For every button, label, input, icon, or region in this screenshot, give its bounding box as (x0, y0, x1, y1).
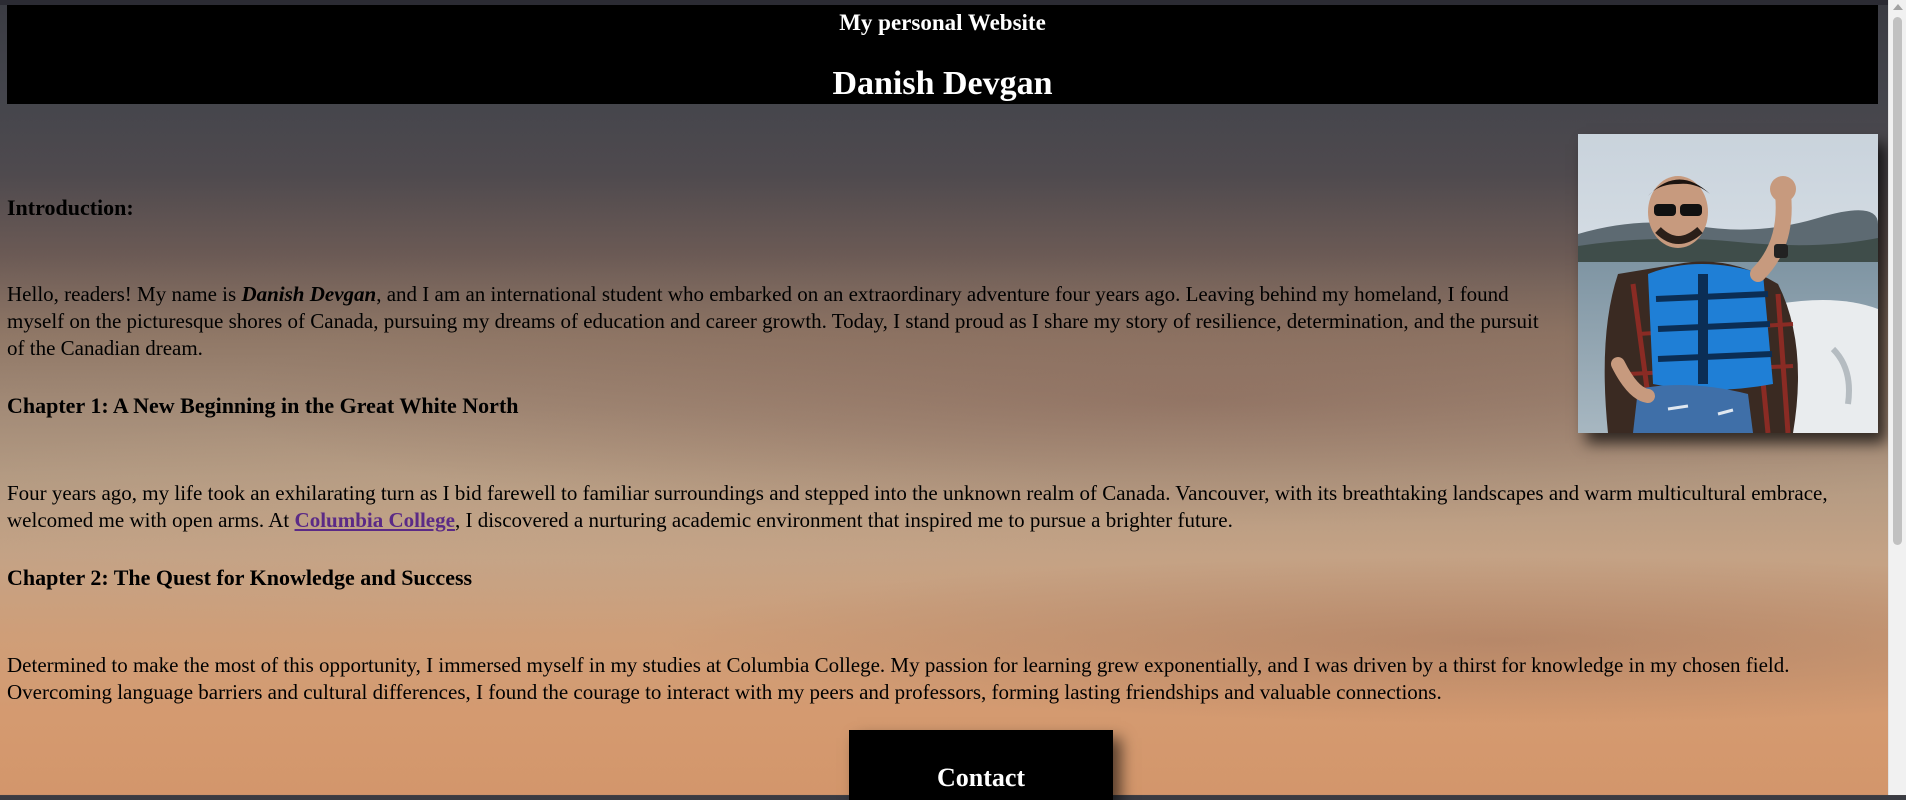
chapter1-paragraph: Four years ago, my life took an exhilara… (7, 480, 1877, 534)
scroll-up-arrow-icon[interactable] (1893, 4, 1903, 10)
profile-photo-icon (1578, 134, 1878, 433)
chapter2-heading: Chapter 2: The Quest for Knowledge and S… (7, 565, 473, 590)
intro-paragraph: Hello, readers! My name is Danish Devgan… (7, 281, 1552, 362)
page-scrollbar[interactable] (1888, 0, 1906, 795)
contact-button[interactable]: Contact (849, 730, 1113, 800)
profile-photo (1578, 134, 1878, 433)
site-title: My personal Website (839, 10, 1046, 35)
chapter1-heading: Chapter 1: A New Beginning in the Great … (7, 393, 519, 418)
chapter2-paragraph: Determined to make the most of this oppo… (7, 653, 1790, 704)
intro-name-emphasis: Danish Devgan (241, 282, 377, 306)
intro-text-before: Hello, readers! My name is (7, 282, 242, 306)
site-owner-name: Danish Devgan (832, 65, 1053, 102)
chapter1-text-after: , I discovered a nurturing academic envi… (454, 508, 1233, 532)
site-header: My personal Website Danish Devgan (7, 5, 1878, 104)
intro-heading: Introduction: (7, 195, 134, 220)
scrollbar-thumb[interactable] (1893, 17, 1902, 545)
columbia-college-link[interactable]: Columbia College (295, 508, 455, 532)
contact-label: Contact (936, 763, 1026, 792)
